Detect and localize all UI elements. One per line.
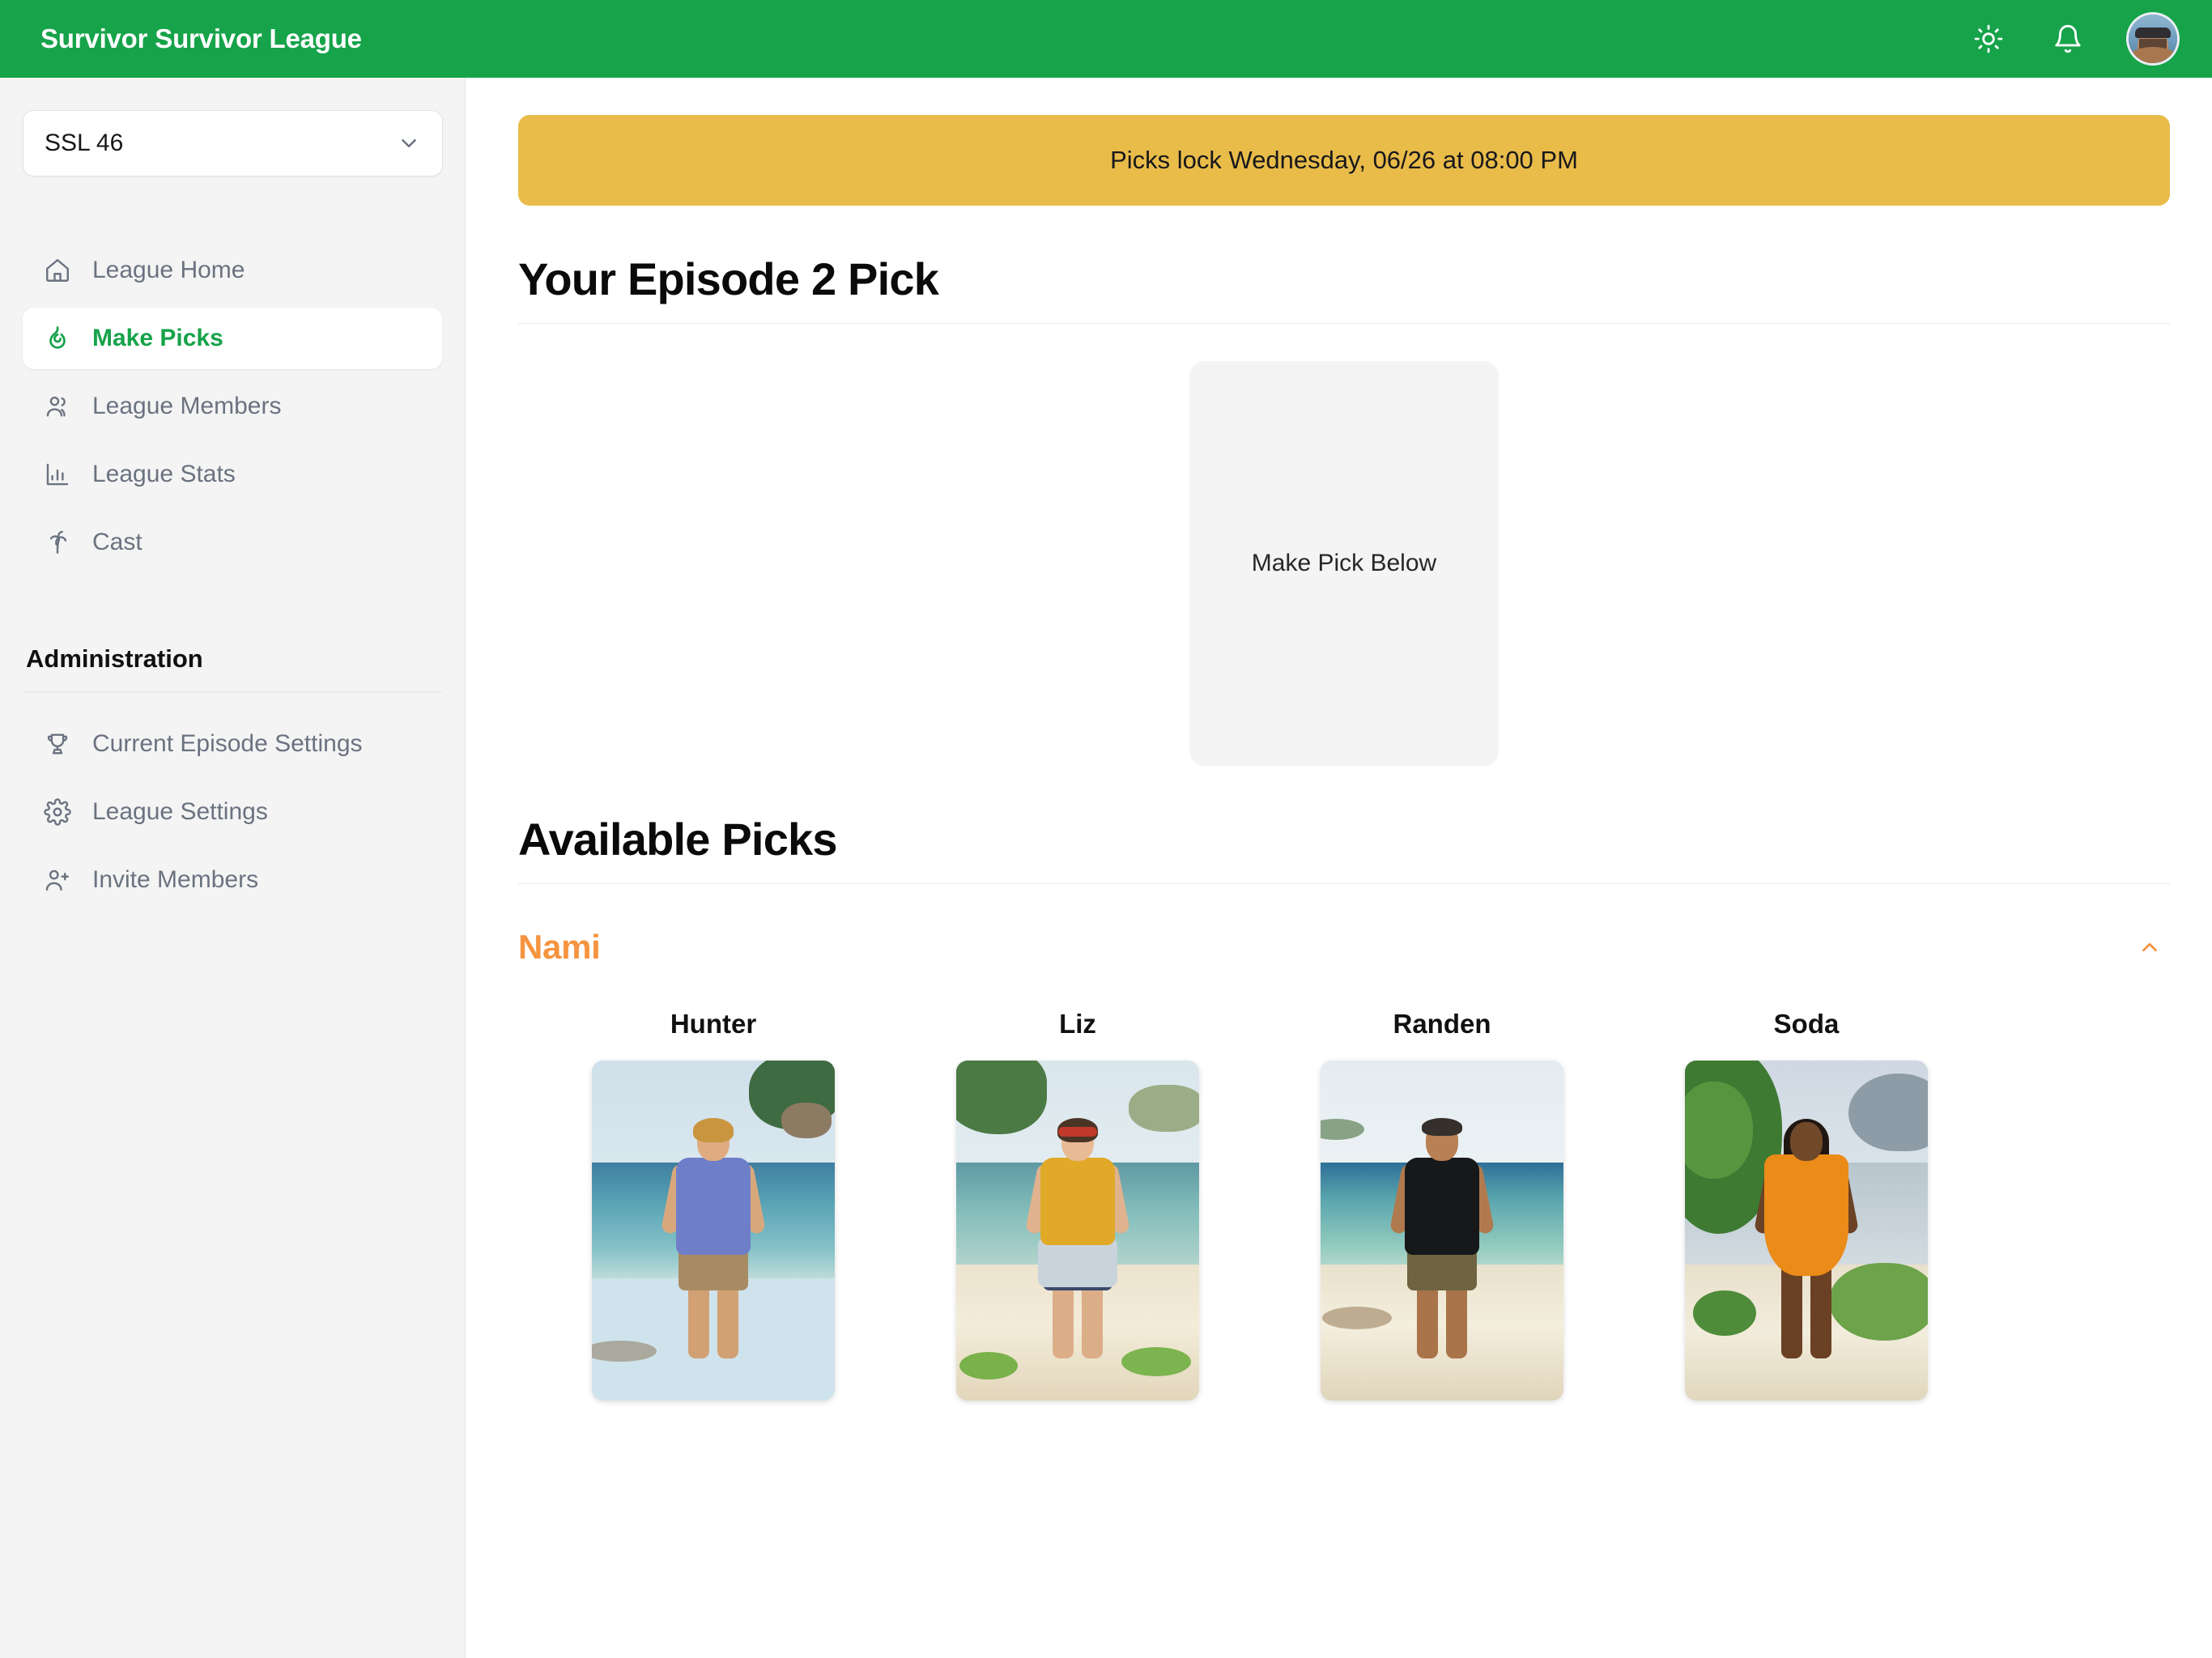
- sidebar-item-label: Cast: [92, 529, 143, 555]
- sidebar-item-league-members[interactable]: League Members: [23, 376, 442, 437]
- cast-grid: Hunter Liz Randen Soda: [518, 1009, 2170, 1401]
- gear-icon: [42, 797, 73, 827]
- sidebar-item-label: Current Episode Settings: [92, 730, 363, 757]
- bar-chart-icon: [42, 459, 73, 490]
- picks-lock-banner: Picks lock Wednesday, 06/26 at 08:00 PM: [518, 115, 2170, 206]
- sidebar-nav: League Home Make Picks League Members Le…: [23, 240, 442, 573]
- users-icon: [42, 391, 73, 422]
- pick-slot-label: Make Pick Below: [1251, 550, 1437, 576]
- trophy-icon: [42, 729, 73, 759]
- cast-name: Soda: [1773, 1009, 1840, 1039]
- sidebar: SSL 46 League Home Make Picks League Mem…: [0, 78, 466, 1658]
- home-icon: [42, 255, 73, 286]
- sidebar-item-label: League Members: [92, 393, 282, 419]
- tribe-name: Nami: [518, 928, 601, 966]
- palm-tree-icon: [42, 527, 73, 558]
- tribe-header-nami[interactable]: Nami: [518, 928, 2170, 967]
- sidebar-item-label: League Home: [92, 257, 245, 283]
- cast-photo: [592, 1061, 835, 1401]
- cast-photo: [956, 1061, 1199, 1401]
- cast-name: Hunter: [670, 1009, 757, 1039]
- cast-figure: [1753, 1118, 1860, 1388]
- picks-lock-text: Picks lock Wednesday, 06/26 at 08:00 PM: [1110, 146, 1578, 174]
- bell-icon[interactable]: [2047, 18, 2089, 60]
- cast-card[interactable]: Hunter: [588, 1009, 839, 1401]
- sidebar-item-current-episode-settings[interactable]: Current Episode Settings: [23, 713, 442, 775]
- cast-card[interactable]: Soda: [1681, 1009, 1932, 1401]
- cast-photo: [1321, 1061, 1563, 1401]
- league-selector[interactable]: SSL 46: [23, 110, 443, 176]
- sidebar-item-label: League Stats: [92, 461, 236, 487]
- cast-figure: [660, 1117, 767, 1388]
- league-selector-value: SSL 46: [45, 130, 124, 156]
- page-title: Your Episode 2 Pick: [518, 253, 2170, 324]
- app-title: Survivor Survivor League: [40, 23, 362, 53]
- sidebar-item-league-settings[interactable]: League Settings: [23, 781, 442, 843]
- pick-slot-placeholder[interactable]: Make Pick Below: [1189, 361, 1499, 766]
- main-content: Picks lock Wednesday, 06/26 at 08:00 PM …: [466, 78, 2212, 1658]
- cast-card[interactable]: Randen: [1317, 1009, 1568, 1401]
- avatar[interactable]: [2126, 12, 2180, 66]
- available-picks-title: Available Picks: [518, 813, 2170, 884]
- sun-icon[interactable]: [1967, 18, 2010, 60]
- sidebar-item-label: Invite Members: [92, 866, 259, 893]
- cast-name: Liz: [1059, 1009, 1096, 1039]
- current-pick-area: Make Pick Below: [518, 361, 2170, 766]
- sidebar-item-make-picks[interactable]: Make Picks: [23, 308, 442, 369]
- user-plus-icon: [42, 865, 73, 895]
- sidebar-admin-nav: Current Episode Settings League Settings…: [23, 713, 442, 911]
- cast-photo: [1685, 1061, 1928, 1401]
- sidebar-item-invite-members[interactable]: Invite Members: [23, 849, 442, 911]
- cast-figure: [1389, 1117, 1495, 1388]
- chevron-up-icon[interactable]: [2138, 935, 2162, 959]
- sidebar-item-league-home[interactable]: League Home: [23, 240, 442, 301]
- flame-icon: [42, 323, 73, 354]
- sidebar-item-league-stats[interactable]: League Stats: [23, 444, 442, 505]
- cast-name: Randen: [1393, 1009, 1491, 1039]
- app-header: Survivor Survivor League: [0, 0, 2212, 78]
- cast-card[interactable]: Liz: [952, 1009, 1203, 1401]
- admin-section-title: Administration: [23, 644, 442, 692]
- sidebar-item-label: Make Picks: [92, 325, 223, 351]
- header-actions: [1967, 12, 2180, 66]
- chevron-down-icon: [397, 131, 421, 155]
- cast-figure: [1024, 1117, 1131, 1388]
- sidebar-item-label: League Settings: [92, 798, 268, 825]
- sidebar-item-cast[interactable]: Cast: [23, 512, 442, 573]
